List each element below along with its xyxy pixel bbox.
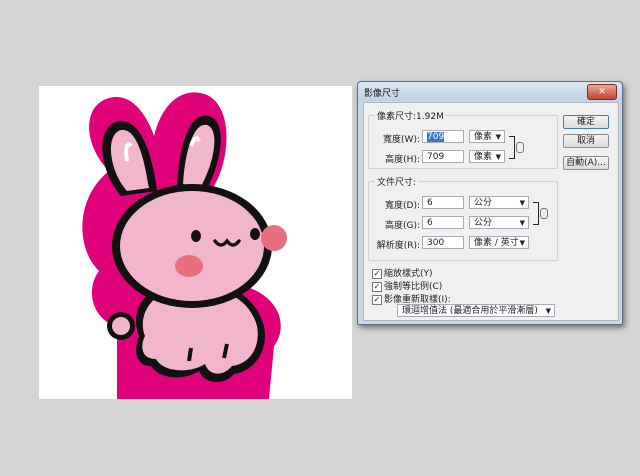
pixel-height-label: 高度(H): — [385, 155, 420, 165]
pixel-width-unit: 像素 — [474, 132, 493, 142]
document-size-legend: 文件尺寸: — [377, 178, 417, 188]
scale-styles-label: 縮放樣式(Y) — [384, 269, 433, 279]
chevron-down-icon: ▼ — [519, 199, 525, 207]
pixel-height-unit-select[interactable]: 像素 ▼ — [469, 150, 505, 163]
doc-height-unit: 公分 — [474, 218, 493, 228]
doc-height-unit-select[interactable]: 公分 ▼ — [469, 216, 529, 229]
dialog-title: 影像尺寸 — [364, 89, 401, 99]
scale-styles-checkbox[interactable]: ✓ — [372, 268, 382, 279]
auto-button[interactable]: 自動(A)... — [563, 156, 609, 170]
doc-height-label: 高度(G): — [384, 221, 420, 231]
chevron-down-icon: ▼ — [519, 219, 525, 227]
pixel-width-label: 寬度(W): — [383, 135, 420, 145]
pixel-width-input[interactable]: 709 — [422, 130, 464, 143]
constrain-checkbox[interactable]: ✓ — [372, 281, 382, 292]
chain-link-icon — [540, 208, 548, 219]
doc-width-label: 寬度(D): — [385, 201, 420, 211]
doc-width-input[interactable]: 6 — [422, 196, 464, 209]
chevron-down-icon: ▼ — [519, 239, 525, 247]
doc-height-input[interactable]: 6 — [422, 216, 464, 229]
image-size-dialog: 影像尺寸 ✕ 像素尺寸:1.92M 寬度(W): 709 像素 ▼ 高度(H): … — [357, 81, 623, 325]
constrain-label: 強制等比例(C) — [384, 282, 443, 292]
ok-button[interactable]: 確定 — [563, 115, 609, 129]
resolution-unit-select[interactable]: 像素 / 英寸 ▼ — [469, 236, 529, 249]
cancel-button[interactable]: 取消 — [563, 134, 609, 148]
doc-width-unit: 公分 — [474, 198, 493, 208]
close-button[interactable]: ✕ — [587, 84, 617, 100]
scale-styles-option[interactable]: ✓ 縮放樣式(Y) — [372, 266, 433, 279]
resolution-input[interactable]: 300 — [422, 236, 464, 249]
resample-checkbox[interactable]: ✓ — [372, 294, 382, 305]
dialog-client: 像素尺寸:1.92M 寬度(W): 709 像素 ▼ 高度(H): 709 像素 ▼… — [363, 102, 619, 321]
title-bar[interactable]: 影像尺寸 ✕ — [358, 82, 622, 101]
image-canvas — [39, 86, 352, 399]
pixel-width-value: 709 — [427, 132, 445, 142]
pixel-height-input[interactable]: 709 — [422, 150, 464, 163]
resolution-label: 解析度(R): — [376, 241, 420, 251]
resolution-unit: 像素 / 英寸 — [474, 238, 519, 248]
resample-method-value: 環迴增值法 (最適合用於平滑漸層) — [402, 306, 538, 316]
pixel-dimensions-legend: 像素尺寸:1.92M — [377, 112, 444, 122]
pixel-link-bracket — [509, 136, 515, 159]
pixel-height-unit: 像素 — [474, 152, 493, 162]
doc-link-bracket — [533, 202, 539, 225]
chevron-down-icon: ▼ — [495, 133, 501, 141]
pixel-width-unit-select[interactable]: 像素 ▼ — [469, 130, 505, 143]
constrain-option[interactable]: ✓ 強制等比例(C) — [372, 279, 443, 292]
doc-width-unit-select[interactable]: 公分 ▼ — [469, 196, 529, 209]
chain-link-icon — [516, 142, 524, 153]
chevron-down-icon: ▼ — [545, 307, 551, 315]
bunny-illustration — [82, 92, 287, 399]
resample-option[interactable]: ✓ 影像重新取樣(I): — [372, 292, 451, 305]
resample-method-select[interactable]: 環迴增值法 (最適合用於平滑漸層) ▼ — [397, 304, 555, 317]
chevron-down-icon: ▼ — [495, 153, 501, 161]
